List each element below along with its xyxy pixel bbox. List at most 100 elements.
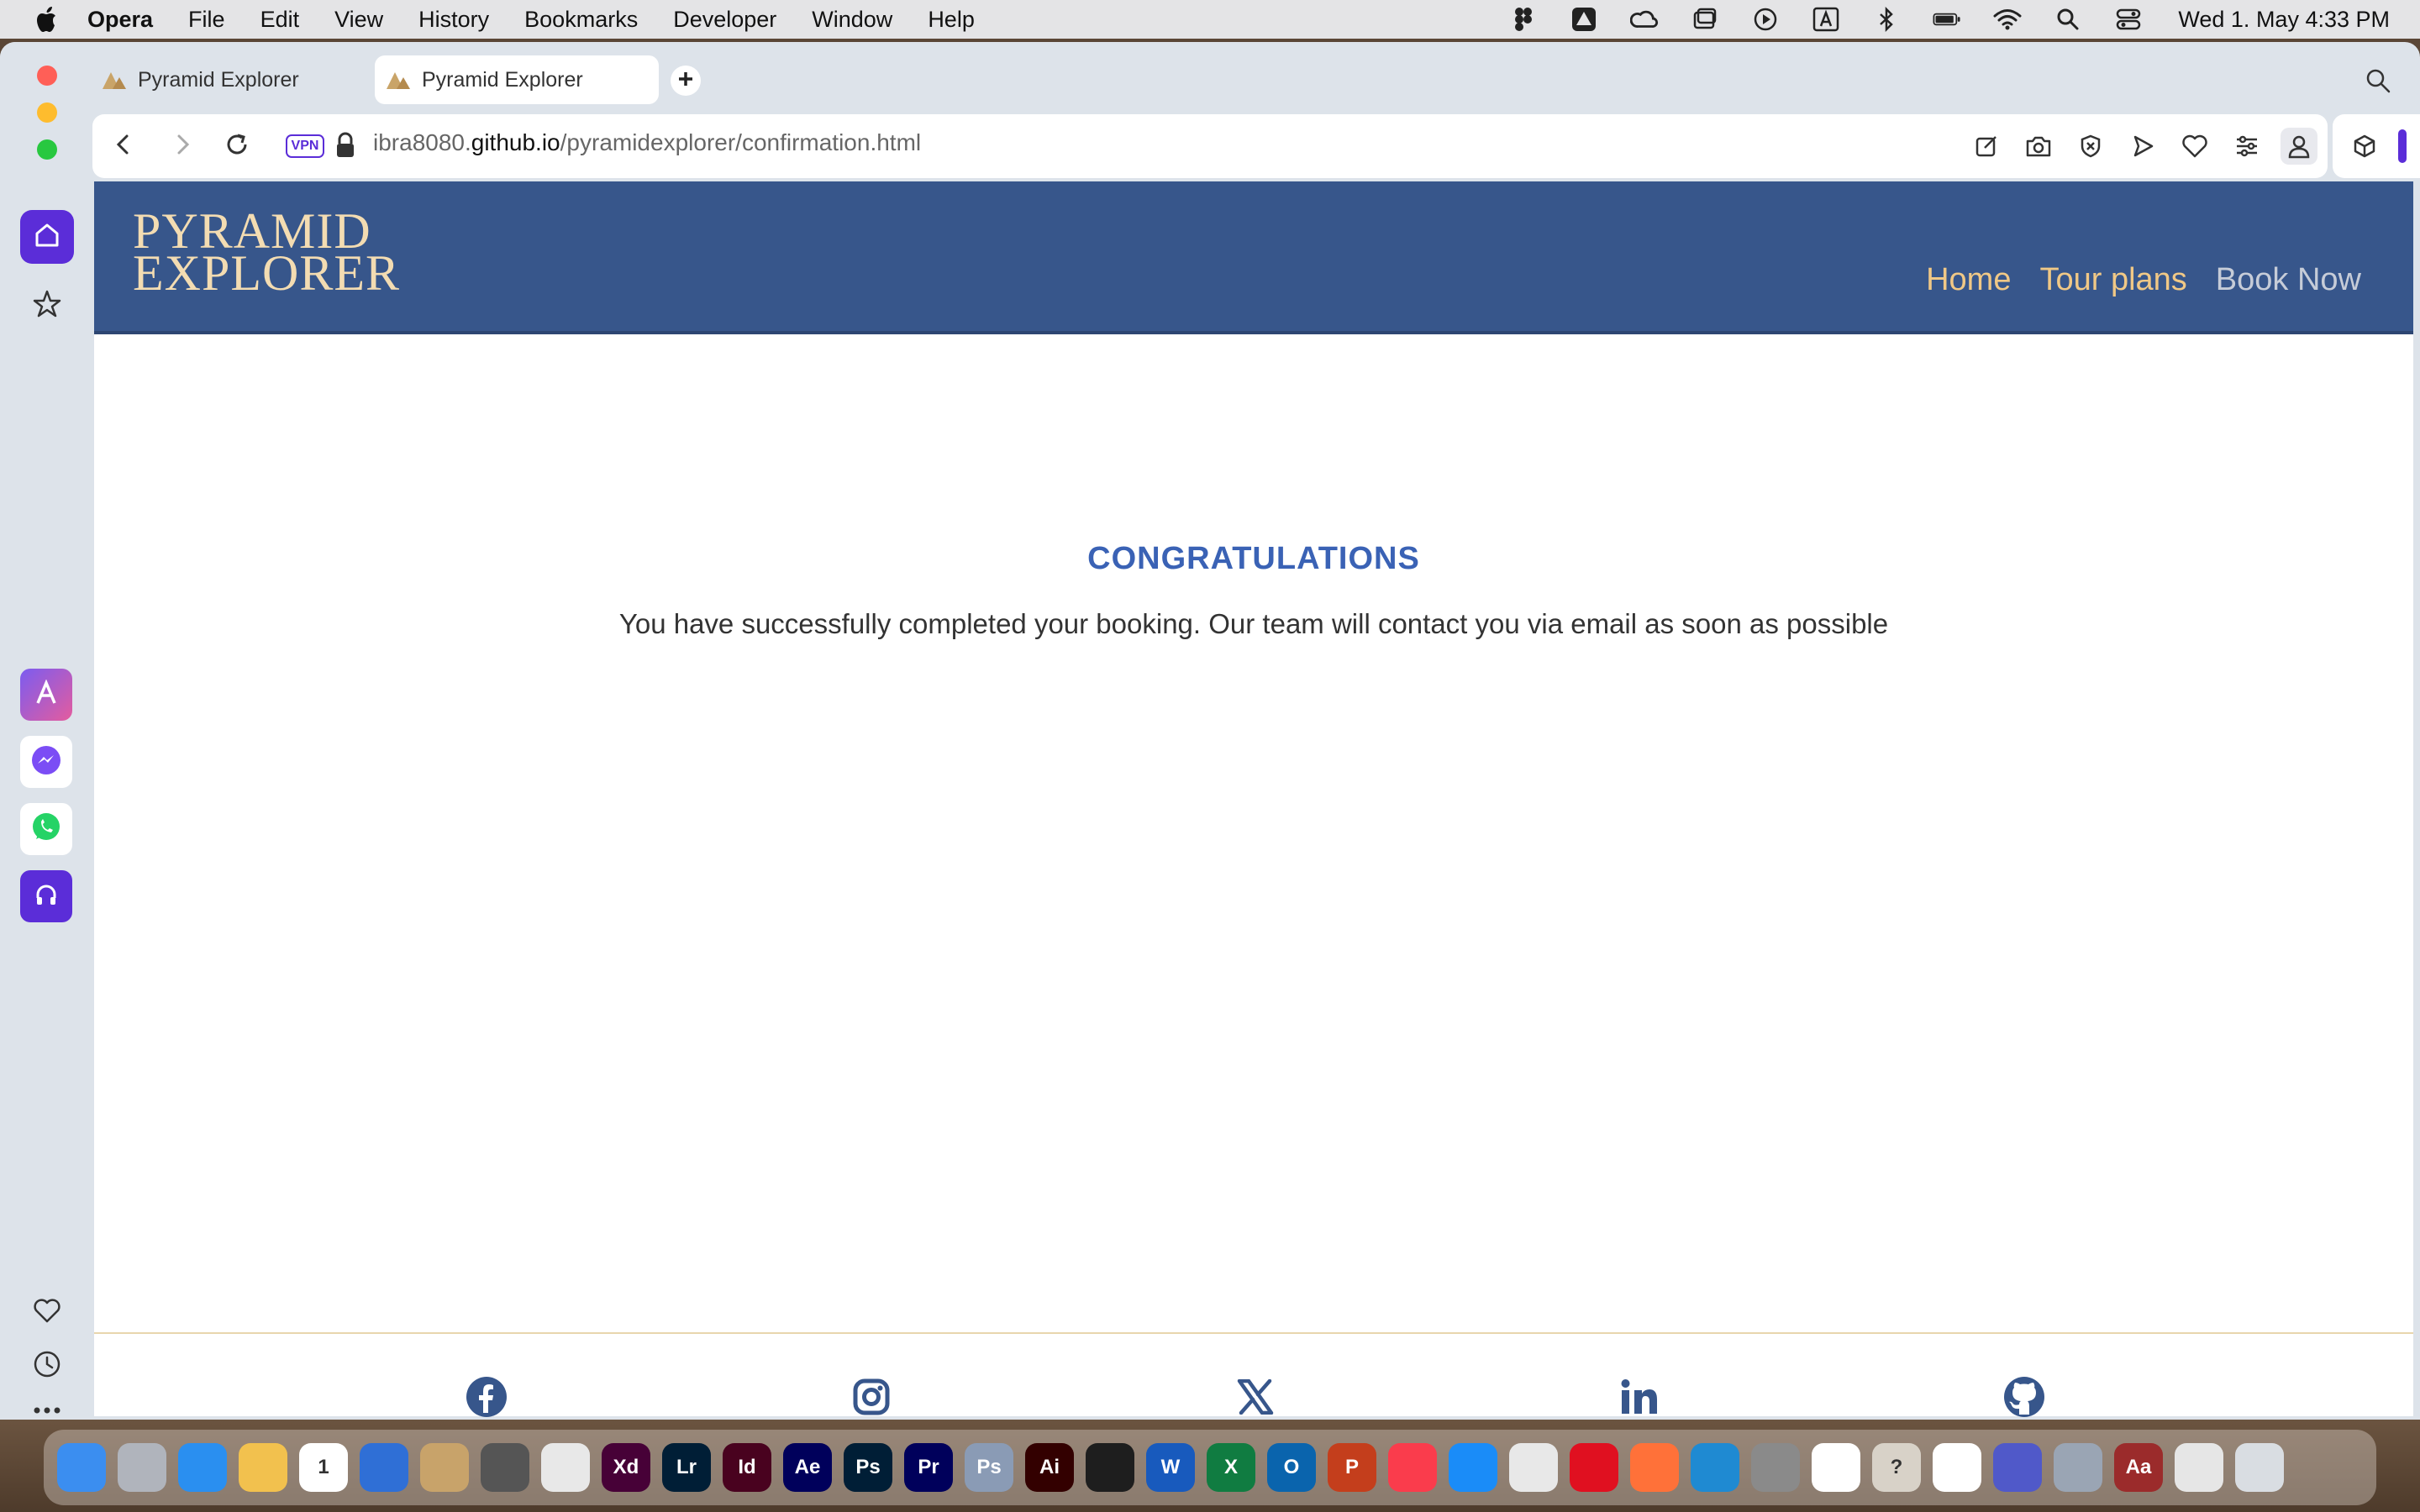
edit-icon[interactable] <box>1968 128 2005 165</box>
linkedin-icon[interactable] <box>1617 1374 1662 1420</box>
dock-thunderbird-icon[interactable] <box>360 1443 408 1492</box>
dock-powerpoint-icon[interactable]: P <box>1328 1443 1376 1492</box>
menu-edit[interactable]: Edit <box>260 7 300 33</box>
dock-launchpad-icon[interactable] <box>118 1443 166 1492</box>
easy-setup-icon[interactable] <box>2228 128 2265 165</box>
input-source-icon[interactable] <box>1812 7 1840 32</box>
facebook-icon[interactable] <box>464 1374 509 1420</box>
dock-calculator-icon[interactable] <box>481 1443 529 1492</box>
dock-illustrator-icon[interactable]: Ai <box>1025 1443 1074 1492</box>
menu-window[interactable]: Window <box>812 7 892 33</box>
extensions-cube-icon[interactable] <box>2349 131 2380 161</box>
figma-status-icon[interactable] <box>1509 7 1538 32</box>
dock-textedit-icon[interactable] <box>541 1443 590 1492</box>
dock-photoshop-icon[interactable]: Ps <box>844 1443 892 1492</box>
sidebar-toggle-indicator[interactable] <box>2398 129 2407 163</box>
sidebar-aria-button[interactable] <box>20 669 72 721</box>
reload-button[interactable] <box>220 129 254 163</box>
battery-icon[interactable] <box>1933 7 1961 32</box>
dock-after-effects-icon[interactable]: Ae <box>783 1443 832 1492</box>
menu-developer[interactable]: Developer <box>673 7 776 33</box>
forward-button[interactable] <box>166 129 200 163</box>
dock-capcut-icon[interactable] <box>1812 1443 1860 1492</box>
apple-icon[interactable] <box>34 5 62 34</box>
dock-chrome-icon[interactable] <box>1509 1443 1558 1492</box>
dock-calendar-icon[interactable]: 1 <box>299 1443 348 1492</box>
wifi-icon[interactable] <box>1993 7 2022 32</box>
vpn-badge[interactable]: VPN <box>286 134 324 158</box>
profile-icon[interactable] <box>2281 128 2317 165</box>
play-icon[interactable] <box>1751 7 1780 32</box>
github-icon[interactable] <box>2002 1374 2047 1420</box>
nav-link-book-now[interactable]: Book Now <box>2216 262 2361 298</box>
browser-tab[interactable]: Pyramid Explorer <box>91 55 368 104</box>
nav-link-tour-plans[interactable]: Tour plans <box>2039 262 2186 298</box>
dock-dictionary-icon[interactable]: Aa <box>2114 1443 2163 1492</box>
camera-icon[interactable] <box>2020 128 2057 165</box>
dock-figma-icon[interactable] <box>1086 1443 1134 1492</box>
x-twitter-icon[interactable] <box>1233 1374 1278 1420</box>
menu-app-name[interactable]: Opera <box>87 7 153 33</box>
minimize-window-button[interactable] <box>37 102 57 123</box>
menu-clock[interactable]: Wed 1. May 4:33 PM <box>2178 7 2390 33</box>
sidebar-history-button[interactable] <box>20 1339 74 1393</box>
dock-photos-icon[interactable] <box>239 1443 287 1492</box>
sidebar-speed-dial-button[interactable] <box>20 279 74 333</box>
menu-history[interactable]: History <box>418 7 489 33</box>
dock-system-settings-icon[interactable] <box>1751 1443 1800 1492</box>
adblock-icon[interactable] <box>2072 128 2109 165</box>
menu-view[interactable]: View <box>334 7 383 33</box>
dock-trash-icon[interactable] <box>2235 1443 2284 1492</box>
menu-bookmarks[interactable]: Bookmarks <box>524 7 638 33</box>
site-logo[interactable]: PYRAMID EXPLORER <box>133 206 400 298</box>
dock-indesign-icon[interactable]: Id <box>723 1443 771 1492</box>
close-window-button[interactable] <box>37 66 57 86</box>
tab-search-button[interactable] <box>2363 67 2393 97</box>
dock-vscode-icon[interactable] <box>1691 1443 1739 1492</box>
drive-status-icon[interactable] <box>1570 7 1598 32</box>
nav-link-home[interactable]: Home <box>1926 262 2011 298</box>
bluetooth-icon[interactable] <box>1872 7 1901 32</box>
zoom-window-button[interactable] <box>37 139 57 160</box>
spotlight-search-icon[interactable] <box>2054 7 2082 32</box>
url-subdomain: ibra8080. <box>373 129 471 155</box>
instagram-icon[interactable] <box>849 1374 894 1420</box>
dock-music-icon[interactable] <box>1388 1443 1437 1492</box>
dock-app-store-icon[interactable] <box>1449 1443 1497 1492</box>
dock-contacts-icon[interactable] <box>420 1443 469 1492</box>
dock-lightroom-icon[interactable]: Lr <box>662 1443 711 1492</box>
control-center-icon[interactable] <box>2114 7 2143 32</box>
address-bar[interactable]: ibra8080.github.io/pyramidexplorer/confi… <box>373 129 921 156</box>
dock-outlook-icon[interactable]: O <box>1267 1443 1316 1492</box>
menu-file[interactable]: File <box>188 7 225 33</box>
browser-tab-active[interactable]: Pyramid Explorer <box>375 55 659 104</box>
dock-premiere-icon[interactable]: Pr <box>904 1443 953 1492</box>
dock-safari-icon[interactable] <box>178 1443 227 1492</box>
dock-xd-icon[interactable]: Xd <box>602 1443 650 1492</box>
dock-preview-icon[interactable] <box>2054 1443 2102 1492</box>
dock-help-icon[interactable]: ? <box>1872 1443 1921 1492</box>
new-tab-button[interactable] <box>671 66 701 96</box>
dock-firefox-icon[interactable] <box>1630 1443 1679 1492</box>
sidebar-messenger-button[interactable] <box>20 736 72 788</box>
lock-icon[interactable] <box>334 131 361 161</box>
sidebar-bookmarks-button[interactable] <box>20 1285 74 1339</box>
sidebar-whatsapp-button[interactable] <box>20 803 72 855</box>
back-button[interactable] <box>106 129 139 163</box>
dock-excel-icon[interactable]: X <box>1207 1443 1255 1492</box>
sidebar-home-button[interactable] <box>20 210 74 264</box>
dock-photoshop-2-icon[interactable]: Ps <box>965 1443 1013 1492</box>
sidebar-music-player-button[interactable] <box>20 870 72 922</box>
menu-help[interactable]: Help <box>928 7 975 33</box>
heart-icon[interactable] <box>2176 128 2213 165</box>
sidebar-more-button[interactable] <box>20 1393 74 1420</box>
dock-teams-icon[interactable] <box>1993 1443 2042 1492</box>
dock-word-icon[interactable]: W <box>1146 1443 1195 1492</box>
dock-freeform-icon[interactable] <box>1933 1443 1981 1492</box>
dock-opera-icon[interactable] <box>1570 1443 1618 1492</box>
dock-documents-icon[interactable] <box>2175 1443 2223 1492</box>
windows-icon[interactable] <box>1691 7 1719 32</box>
creative-cloud-icon[interactable] <box>1630 7 1659 32</box>
dock-finder-icon[interactable] <box>57 1443 106 1492</box>
send-icon[interactable] <box>2124 128 2161 165</box>
